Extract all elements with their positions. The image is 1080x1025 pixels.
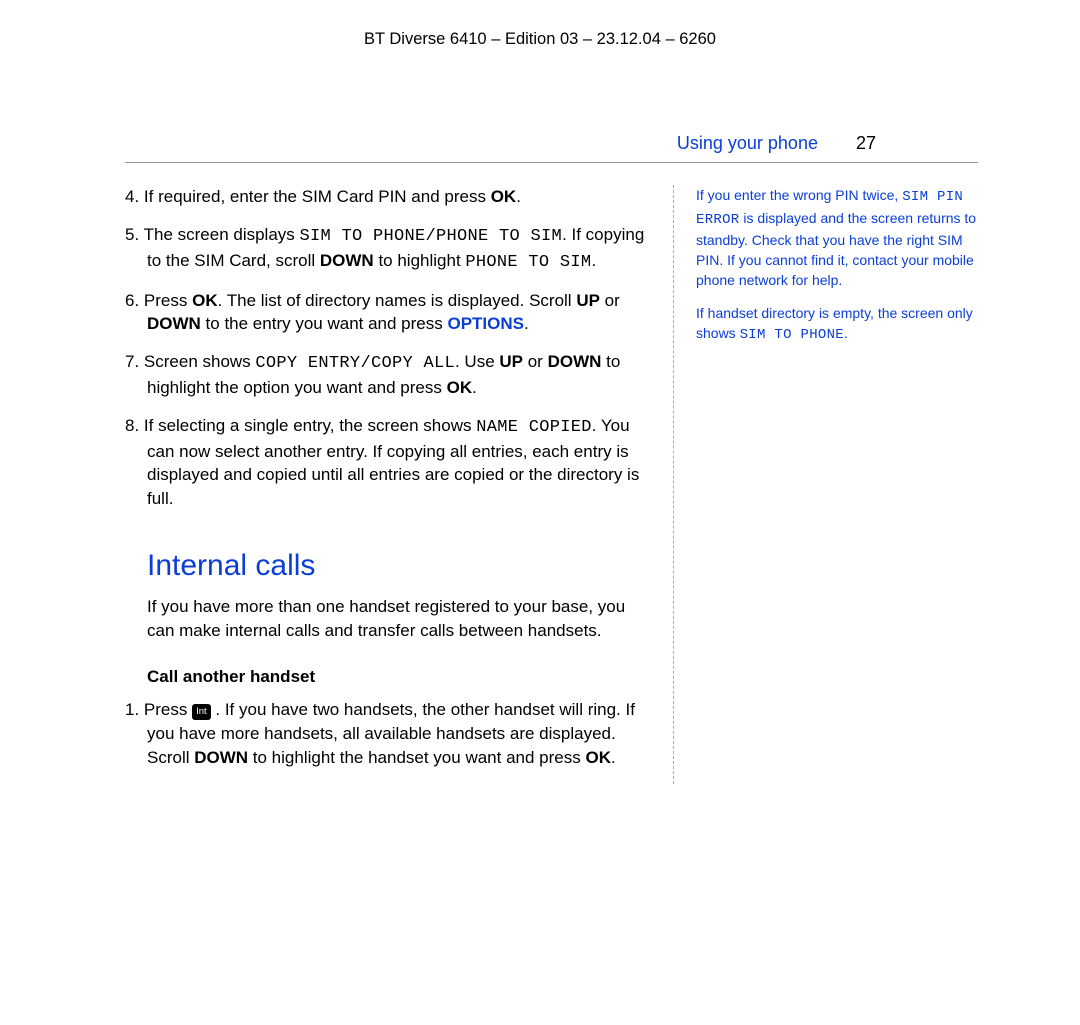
- step-text: .: [516, 187, 521, 206]
- key-down: DOWN: [147, 314, 201, 333]
- screen-text: PHONE TO SIM: [465, 253, 591, 272]
- section-title: Using your phone: [677, 131, 818, 156]
- intro-text: If you have more than one handset regist…: [147, 595, 655, 643]
- step-7: 7. Screen shows COPY ENTRY/COPY ALL. Use…: [125, 350, 655, 400]
- side-note-2: If handset directory is empty, the scree…: [696, 303, 978, 346]
- step-number: 5.: [125, 225, 139, 244]
- step-text: If required, enter the SIM Card PIN and …: [139, 187, 491, 206]
- key-up: UP: [576, 291, 600, 310]
- screen-text: COPY ENTRY/COPY ALL: [255, 354, 455, 373]
- step-number: 1.: [125, 700, 139, 719]
- step-text: or: [523, 352, 548, 371]
- step-text: .: [591, 251, 596, 270]
- content-area: 4. If required, enter the SIM Card PIN a…: [125, 163, 978, 784]
- key-down: DOWN: [320, 251, 374, 270]
- step-4: 4. If required, enter the SIM Card PIN a…: [125, 185, 655, 209]
- side-text: .: [844, 325, 848, 341]
- section-header: Using your phone 27: [125, 61, 978, 163]
- step-6: 6. Press OK. The list of directory names…: [125, 289, 655, 337]
- screen-text: SIM TO PHONE/PHONE TO SIM: [300, 227, 563, 246]
- key-down: DOWN: [194, 748, 248, 767]
- side-note-1: If you enter the wrong PIN twice, SIM PI…: [696, 185, 978, 290]
- main-column: 4. If required, enter the SIM Card PIN a…: [125, 185, 673, 784]
- key-down: DOWN: [548, 352, 602, 371]
- step-text: .: [472, 378, 477, 397]
- sub-heading-call-another: Call another handset: [147, 665, 655, 689]
- step-number: 7.: [125, 352, 139, 371]
- step-b1: 1. Press Int . If you have two handsets,…: [125, 698, 655, 769]
- step-text: to the entry you want and press: [201, 314, 448, 333]
- step-text: The screen displays: [139, 225, 299, 244]
- step-number: 6.: [125, 291, 139, 310]
- key-ok: OK: [491, 187, 517, 206]
- step-number: 8.: [125, 416, 139, 435]
- step-text: . Use: [455, 352, 499, 371]
- step-number: 4.: [125, 187, 139, 206]
- key-ok: OK: [447, 378, 473, 397]
- step-text: .: [524, 314, 529, 333]
- side-column: If you enter the wrong PIN twice, SIM PI…: [673, 185, 978, 784]
- steps-list-b: 1. Press Int . If you have two handsets,…: [125, 698, 655, 769]
- step-text: Screen shows: [139, 352, 255, 371]
- step-text: Press: [139, 700, 192, 719]
- key-options: OPTIONS: [447, 314, 524, 333]
- step-8: 8. If selecting a single entry, the scre…: [125, 414, 655, 511]
- step-5: 5. The screen displays SIM TO PHONE/PHON…: [125, 223, 655, 275]
- doc-header: BT Diverse 6410 – Edition 03 – 23.12.04 …: [0, 0, 1080, 61]
- step-text: Press: [139, 291, 192, 310]
- step-text: to highlight the handset you want and pr…: [248, 748, 585, 767]
- heading-internal-calls: Internal calls: [147, 545, 655, 587]
- step-text: If selecting a single entry, the screen …: [139, 416, 476, 435]
- side-text: If you enter the wrong PIN twice,: [696, 187, 902, 203]
- page-number: 27: [856, 131, 876, 156]
- key-ok: OK: [192, 291, 218, 310]
- steps-list-a: 4. If required, enter the SIM Card PIN a…: [125, 185, 655, 511]
- step-text: to highlight: [374, 251, 466, 270]
- screen-text: NAME COPIED: [476, 418, 592, 437]
- step-text: .: [611, 748, 616, 767]
- key-ok: OK: [585, 748, 611, 767]
- step-text: . The list of directory names is display…: [218, 291, 577, 310]
- step-text: or: [600, 291, 620, 310]
- int-key-icon: Int: [192, 704, 211, 720]
- screen-text: SIM TO PHONE: [740, 327, 844, 343]
- key-up: UP: [499, 352, 523, 371]
